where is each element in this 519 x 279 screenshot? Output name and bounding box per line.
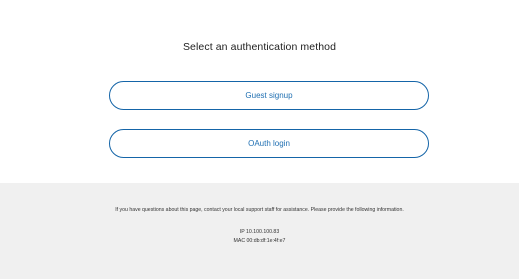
oauth-login-button[interactable]: OAuth login	[109, 129, 429, 158]
guest-signup-button[interactable]: Guest signup	[109, 81, 429, 110]
auth-panel: Select an authentication method Guest si…	[0, 0, 519, 183]
guest-signup-label: Guest signup	[245, 91, 293, 100]
page-title: Select an authentication method	[182, 41, 337, 53]
ip-address-text: IP 10.100.100.83	[239, 229, 280, 235]
support-help-text: If you have questions about this page, c…	[115, 207, 404, 213]
oauth-login-label: OAuth login	[248, 139, 290, 148]
device-info: IP 10.100.100.83 MAC 00:db:df:1e:4f:e7	[0, 228, 519, 246]
support-footer: If you have questions about this page, c…	[0, 183, 519, 279]
mac-address-text: MAC 00:db:df:1e:4f:e7	[233, 238, 286, 244]
